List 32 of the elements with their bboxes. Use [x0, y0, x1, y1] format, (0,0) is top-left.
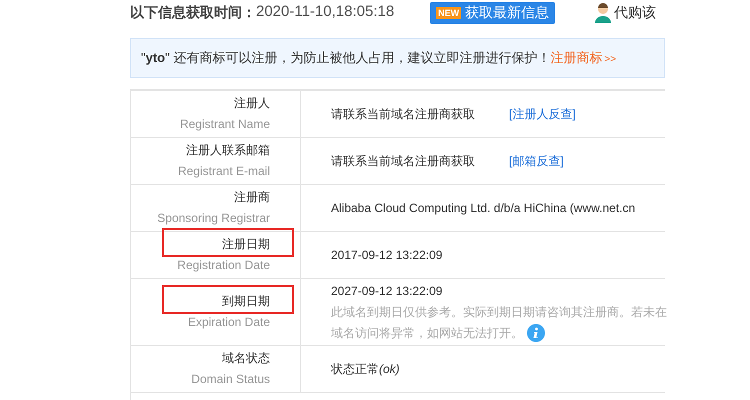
field-value: 2027-09-12 13:22:09 — [331, 282, 444, 300]
field-label-english: Domain Status — [191, 371, 270, 388]
notice-text: "yto" 还有商标可以注册，为防止被他人占用，建议立即注册进行保护！ — [141, 49, 550, 68]
field-label: 注册人联系邮箱 — [186, 142, 270, 159]
fetch-time-label: 以下信息获取时间： — [130, 3, 256, 22]
field-label: 域名状态 — [222, 350, 270, 367]
field-label-english: Registration Date — [177, 257, 270, 274]
note-text: 此域名到期日仅供参考。实际到期日期请咨询其注册商。若未在 — [331, 304, 667, 320]
field-label: 注册人 — [234, 95, 270, 112]
info-icon[interactable] — [527, 324, 545, 342]
reverse-lookup-link[interactable]: [注册人反查] — [509, 104, 576, 122]
field-label-english: Sponsoring Registrar — [157, 210, 270, 227]
field-label: 到期日期 — [222, 293, 270, 310]
field-value: 状态正常 — [331, 360, 379, 378]
reverse-lookup-link[interactable]: [邮箱反查] — [509, 152, 564, 170]
field-label-english: Registrant Name — [180, 116, 270, 133]
field-value: Alibaba Cloud Computing Ltd. d/b/a HiChina (www.net.cn — [331, 200, 636, 216]
refresh-button[interactable]: NEW 获取最新信息 — [430, 2, 556, 24]
buy-domain-link[interactable]: 代购该 — [614, 2, 656, 23]
field-value: 2017-09-12 13:22:09 — [331, 246, 442, 264]
field-value: 请联系当前域名注册商获取 — [331, 152, 476, 170]
register-trademark-link[interactable]: 注册商标>> — [550, 48, 616, 68]
person-icon — [595, 2, 612, 22]
fetch-time: 2020-11-10,18:05:18 — [256, 2, 394, 22]
field-label: 注册日期 — [222, 236, 270, 253]
field-value: 请联系当前域名注册商获取 — [331, 106, 476, 122]
status-code: (ok) — [379, 360, 400, 378]
field-label-english: Registrant E-mail — [178, 163, 270, 180]
field-label-english: Expiration Date — [188, 314, 270, 331]
note-text: 域名访问将异常，如网站无法打开。 — [331, 324, 523, 342]
field-label: 注册商 — [234, 189, 270, 206]
new-badge: NEW — [436, 6, 462, 18]
